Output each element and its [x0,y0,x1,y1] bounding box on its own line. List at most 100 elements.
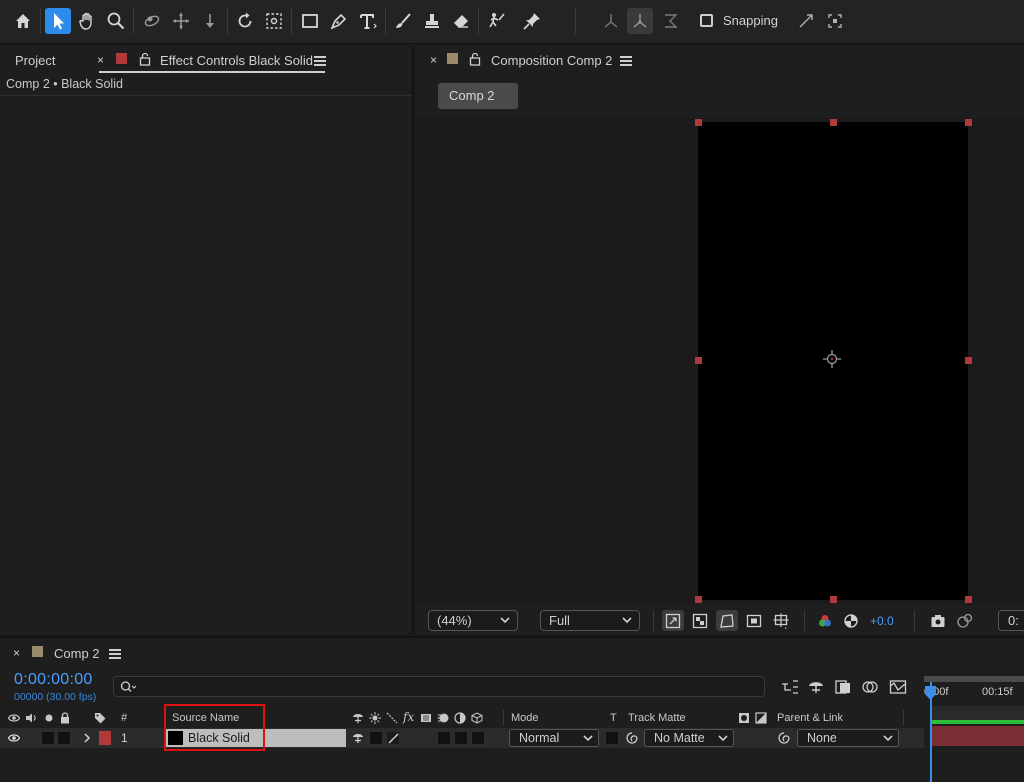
3d-layer-icon[interactable] [471,712,483,724]
current-time[interactable]: 0:00:00:00 [14,671,93,689]
frame-blend-switch-icon[interactable] [420,712,432,724]
transform-handle[interactable] [695,119,702,126]
layer-row[interactable]: 1 Black Solid Normal No Matte None [0,728,924,748]
work-area-bar[interactable] [924,676,1024,682]
time-ruler[interactable]: 0:00f 00:15f [924,674,1024,708]
tab-project[interactable]: Project [15,53,55,68]
mask-visibility-icon[interactable] [716,610,738,631]
dolly-icon[interactable] [197,8,223,34]
hand-icon[interactable] [74,8,100,34]
home-icon[interactable] [10,8,36,34]
region-of-interest-icon[interactable] [743,610,765,631]
transparency-grid-icon[interactable] [689,610,711,631]
solo-switch[interactable] [41,731,55,745]
transform-handle[interactable] [695,357,702,364]
show-snapshot-icon[interactable] [954,610,976,631]
anchor-point-icon[interactable] [823,350,841,368]
adjustment-switch[interactable] [454,731,468,745]
comp-navigator-chip[interactable]: Comp 2 [438,83,518,109]
collapse-switch[interactable] [369,731,383,745]
orbit-icon[interactable] [139,8,165,34]
puppet-pin-icon[interactable] [519,8,545,34]
playhead-icon[interactable] [925,686,936,700]
chevron-right-icon[interactable] [82,733,92,743]
world-axis-icon[interactable] [627,8,653,34]
collapse-transform-icon[interactable] [369,712,381,724]
snap-edges-icon[interactable] [793,8,819,34]
close-tab-icon[interactable]: × [13,646,20,660]
frame-blending-icon[interactable] [834,678,852,696]
anchor-point-icon[interactable] [261,8,287,34]
transform-handle[interactable] [830,596,837,603]
adjustment-layer-icon[interactable] [454,712,466,724]
snapping-checkbox[interactable] [700,14,713,27]
parent-dropdown[interactable]: None [797,729,899,747]
transform-handle[interactable] [965,357,972,364]
layer-label-color[interactable] [99,731,111,745]
rectangle-icon[interactable] [297,8,323,34]
lock-switch[interactable] [57,731,71,745]
motion-blur-switch[interactable] [437,731,451,745]
shy-switch-icon[interactable] [352,712,364,724]
panel-menu-icon[interactable] [314,56,326,66]
shy-layers-icon[interactable] [807,678,825,696]
graph-editor-icon[interactable] [889,678,907,696]
close-tab-icon[interactable]: × [430,53,437,67]
effects-switch-icon[interactable]: fx [403,710,414,724]
layer-search-input[interactable] [113,676,765,697]
video-visibility-icon[interactable] [8,712,20,724]
tab-effect-controls[interactable]: Effect Controls Black Solid [160,53,313,68]
lock-icon[interactable] [469,52,481,66]
preserve-transparency-switch[interactable] [605,731,619,745]
matte-invert-icon[interactable] [755,712,767,724]
close-tab-icon[interactable]: × [97,53,104,67]
panel-menu-icon[interactable] [109,649,121,659]
shy-switch-icon[interactable] [352,732,364,744]
parent-pick-whip-icon[interactable] [777,731,791,745]
type-icon[interactable] [355,8,381,34]
pick-whip-icon[interactable] [625,731,639,745]
video-visibility-icon[interactable] [8,732,20,744]
lock-icon[interactable] [139,52,151,66]
track-area[interactable] [931,706,1024,720]
clone-stamp-icon[interactable] [419,8,445,34]
pan-behind-icon[interactable] [168,8,194,34]
resolution-dropdown[interactable]: Full [540,610,640,631]
roto-brush-icon[interactable] [484,8,510,34]
comp-flowchart-icon[interactable] [781,678,799,696]
panel-menu-icon[interactable] [620,56,632,66]
composition-viewer[interactable] [416,118,1024,604]
motion-blur-switch-icon[interactable] [437,712,449,724]
transform-handle[interactable] [965,119,972,126]
transform-handle[interactable] [965,596,972,603]
track-matte-dropdown[interactable]: No Matte [644,729,734,747]
tab-timeline-comp[interactable]: Comp 2 [54,646,100,661]
audio-icon[interactable] [25,712,37,724]
rotate-icon[interactable] [232,8,258,34]
eraser-icon[interactable] [448,8,474,34]
camera-icon[interactable] [927,610,949,631]
pen-icon[interactable] [326,8,352,34]
view-axis-icon[interactable] [658,8,684,34]
transform-handle[interactable] [695,596,702,603]
snap-features-icon[interactable] [822,8,848,34]
quality-icon[interactable] [386,712,398,724]
channel-icon[interactable] [814,610,836,631]
solo-icon[interactable] [43,712,55,724]
grid-guides-icon[interactable] [770,610,792,631]
timecode-dropdown[interactable]: 0: [998,610,1024,631]
selection-icon[interactable] [45,8,71,34]
layer-duration-bar[interactable] [931,726,1024,746]
tab-composition[interactable]: Composition Comp 2 [491,53,612,68]
matte-alpha-icon[interactable] [738,712,750,724]
reset-exposure-icon[interactable] [840,610,862,631]
mode-dropdown[interactable]: Normal [509,729,599,747]
fast-previews-icon[interactable] [662,610,684,631]
label-icon[interactable] [94,712,106,724]
brush-icon[interactable] [390,8,416,34]
zoom-dropdown[interactable]: (44%) [428,610,518,631]
quality-switch[interactable] [386,731,400,745]
local-axis-icon[interactable] [598,8,624,34]
3d-switch[interactable] [471,731,485,745]
lock-icon[interactable] [59,712,71,724]
